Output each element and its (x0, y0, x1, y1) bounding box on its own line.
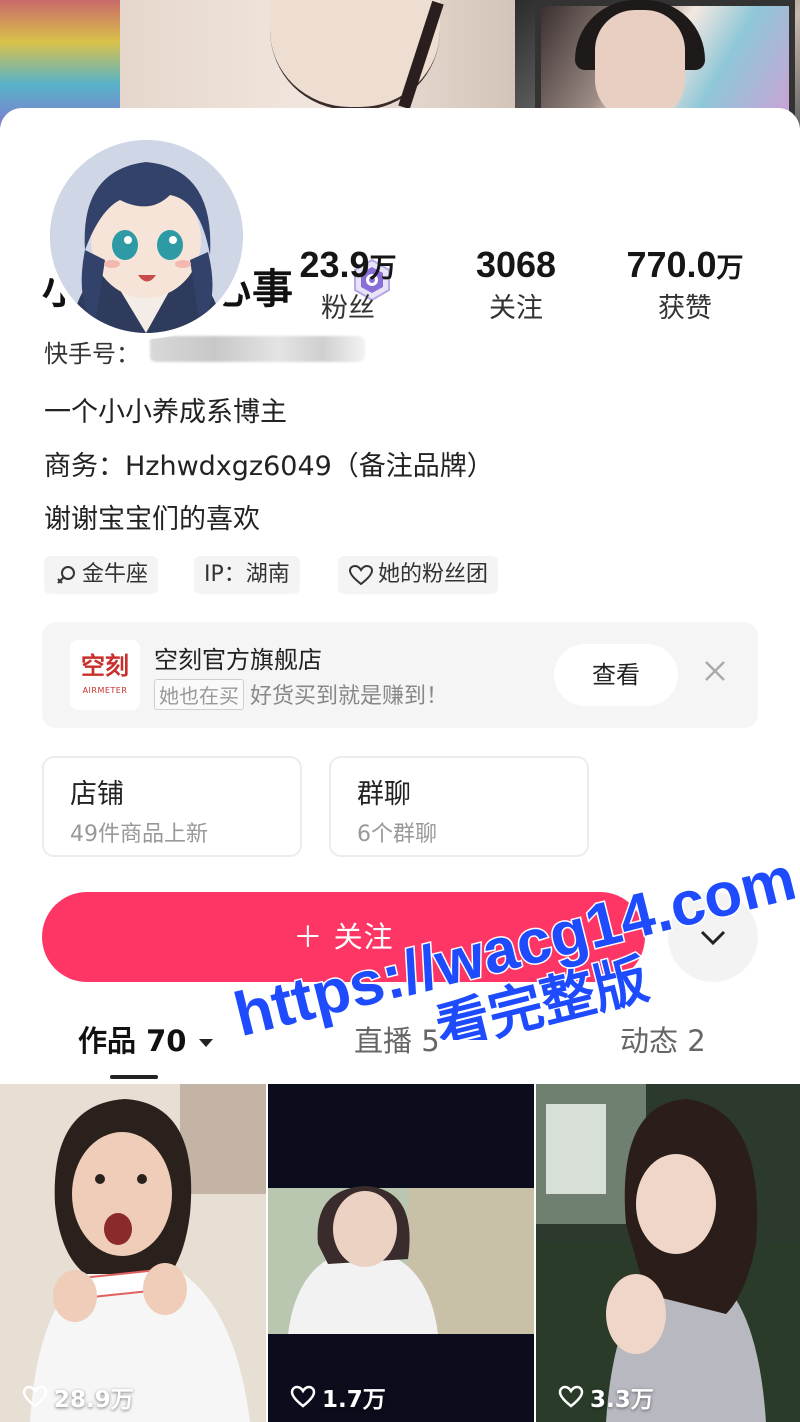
shop-chip: 她也在买 (154, 678, 244, 710)
tag-zodiac[interactable]: 金牛座 (44, 556, 159, 594)
female-symbol-icon (57, 566, 75, 584)
tag-fan-club[interactable]: 她的粉丝团 (338, 556, 499, 594)
shop-subtitle: 她也在买 好货买到就是赚到！ (154, 678, 448, 710)
post-like-count: 3.3万 (558, 1380, 654, 1414)
tab-works[interactable]: 作品 70 (78, 1018, 215, 1060)
stat-likes[interactable]: 770.0万 获赞 (605, 243, 765, 326)
post-likes-text: 3.3万 (590, 1387, 654, 1413)
post-image (268, 1084, 534, 1422)
view-shop-button[interactable]: 查看 (554, 644, 678, 706)
post-likes-text: 1.7万 (322, 1387, 386, 1413)
post-thumbnail[interactable]: 1.7万 (268, 1084, 534, 1422)
post-like-count: 28.9万 (22, 1380, 134, 1414)
group-chat-card-subtitle: 6个群聊 (357, 822, 437, 847)
stat-fans-label: 粉丝 (321, 293, 375, 324)
bio-line-2: 商务：Hzhwdxgz6049（备注品牌） (44, 451, 494, 482)
stat-fans-unit: 万 (369, 253, 397, 283)
tag-ip-location: IP：湖南 (194, 556, 300, 594)
stat-following-value: 3068 (475, 244, 557, 285)
bio-line-1: 一个小小养成系博主 (44, 397, 287, 428)
tab-works-label: 作品 70 (78, 1024, 187, 1058)
tag-zodiac-label: 金牛座 (82, 562, 149, 587)
store-card-title: 店铺 (70, 779, 124, 810)
avatar[interactable] (44, 134, 249, 339)
heart-icon (22, 1385, 48, 1408)
post-likes-text: 28.9万 (54, 1387, 134, 1413)
tag-ip-label: IP：湖南 (204, 562, 290, 587)
anime-avatar-icon (50, 140, 243, 333)
post-thumbnail[interactable]: 28.9万 (0, 1084, 266, 1422)
shop-logo: 空刻 AIRMETER (70, 640, 140, 710)
heart-icon (348, 564, 374, 586)
stat-fans[interactable]: 23.9万 粉丝 (288, 243, 408, 326)
post-image (536, 1084, 800, 1422)
post-thumbnail[interactable]: 3.3万 (536, 1084, 800, 1422)
more-options-button[interactable] (668, 892, 758, 982)
shop-slogan: 好货买到就是赚到！ (250, 684, 449, 709)
stat-likes-label: 获赞 (658, 293, 712, 324)
tab-live[interactable]: 直播 5 (354, 1018, 440, 1060)
heart-icon (290, 1385, 316, 1408)
kuaishou-id-blurred (150, 336, 365, 362)
stat-likes-value: 770.0 (626, 244, 717, 285)
stat-likes-unit: 万 (716, 253, 744, 283)
shop-recommend-banner[interactable]: 空刻 AIRMETER 空刻官方旗舰店 她也在买 好货买到就是赚到！ 查看 (42, 622, 758, 728)
store-card[interactable]: 店铺 49件商品上新 (42, 756, 302, 857)
stat-following-label: 关注 (489, 293, 543, 324)
chevron-down-icon (700, 930, 726, 946)
caret-down-icon (198, 1039, 213, 1047)
close-icon[interactable] (700, 656, 730, 686)
shop-name: 空刻官方旗舰店 (154, 646, 322, 674)
shop-logo-en: AIRMETER (82, 686, 128, 695)
tab-moments[interactable]: 动态 2 (620, 1018, 706, 1060)
post-like-count: 1.7万 (290, 1380, 386, 1414)
heart-icon (558, 1385, 584, 1408)
profile-card: 23.9万 粉丝 3068 关注 770.0万 获赞 小狗的烦心事 快手号： 一… (0, 108, 800, 1422)
follow-button[interactable]: ＋ 关注 (42, 892, 645, 982)
group-chat-card[interactable]: 群聊 6个群聊 (329, 756, 589, 857)
post-image (0, 1084, 266, 1422)
active-tab-indicator (110, 1075, 158, 1079)
store-card-subtitle: 49件商品上新 (70, 822, 208, 847)
kuaishou-id-label: 快手号： (44, 340, 140, 368)
tag-fan-club-label: 她的粉丝团 (378, 562, 489, 587)
stat-fans-value: 23.9 (299, 244, 370, 285)
group-chat-card-title: 群聊 (357, 779, 411, 810)
stat-following[interactable]: 3068 关注 (456, 243, 576, 326)
bio-line-3: 谢谢宝宝们的喜欢 (44, 504, 260, 535)
shop-logo-cn: 空刻 (81, 652, 129, 680)
